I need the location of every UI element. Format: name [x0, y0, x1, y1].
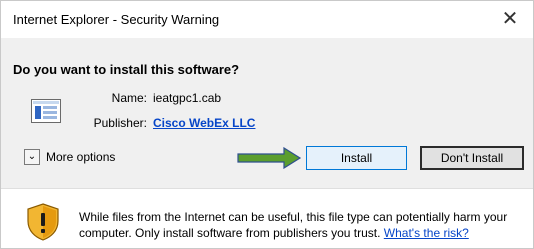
warning-message: While files from the Internet can be use… [79, 209, 529, 241]
name-label: Name: [111, 91, 147, 105]
window-title: Internet Explorer - Security Warning [13, 12, 220, 27]
publisher-link[interactable]: Cisco WebEx LLC [153, 116, 255, 130]
security-warning-dialog: Internet Explorer - Security Warning ✕ D… [0, 0, 534, 249]
footer-divider [1, 188, 533, 189]
prompt-heading: Do you want to install this software? [13, 62, 240, 77]
more-options-toggle[interactable]: ⌄ [24, 149, 40, 165]
whats-the-risk-link[interactable]: What's the risk? [384, 226, 469, 240]
title-bar[interactable]: Internet Explorer - Security Warning ✕ [1, 1, 533, 38]
more-options-label[interactable]: More options [46, 150, 115, 164]
publisher-label: Publisher: [93, 116, 147, 130]
green-arrow-annotation [237, 147, 302, 169]
dont-install-button[interactable]: Don't Install [420, 146, 524, 170]
file-name-value: ieatgpc1.cab [153, 91, 222, 105]
install-button[interactable]: Install [306, 146, 407, 170]
close-icon[interactable]: ✕ [495, 5, 525, 33]
dialog-body: Do you want to install this software? Na… [1, 38, 533, 188]
shield-warning-icon [27, 203, 59, 241]
